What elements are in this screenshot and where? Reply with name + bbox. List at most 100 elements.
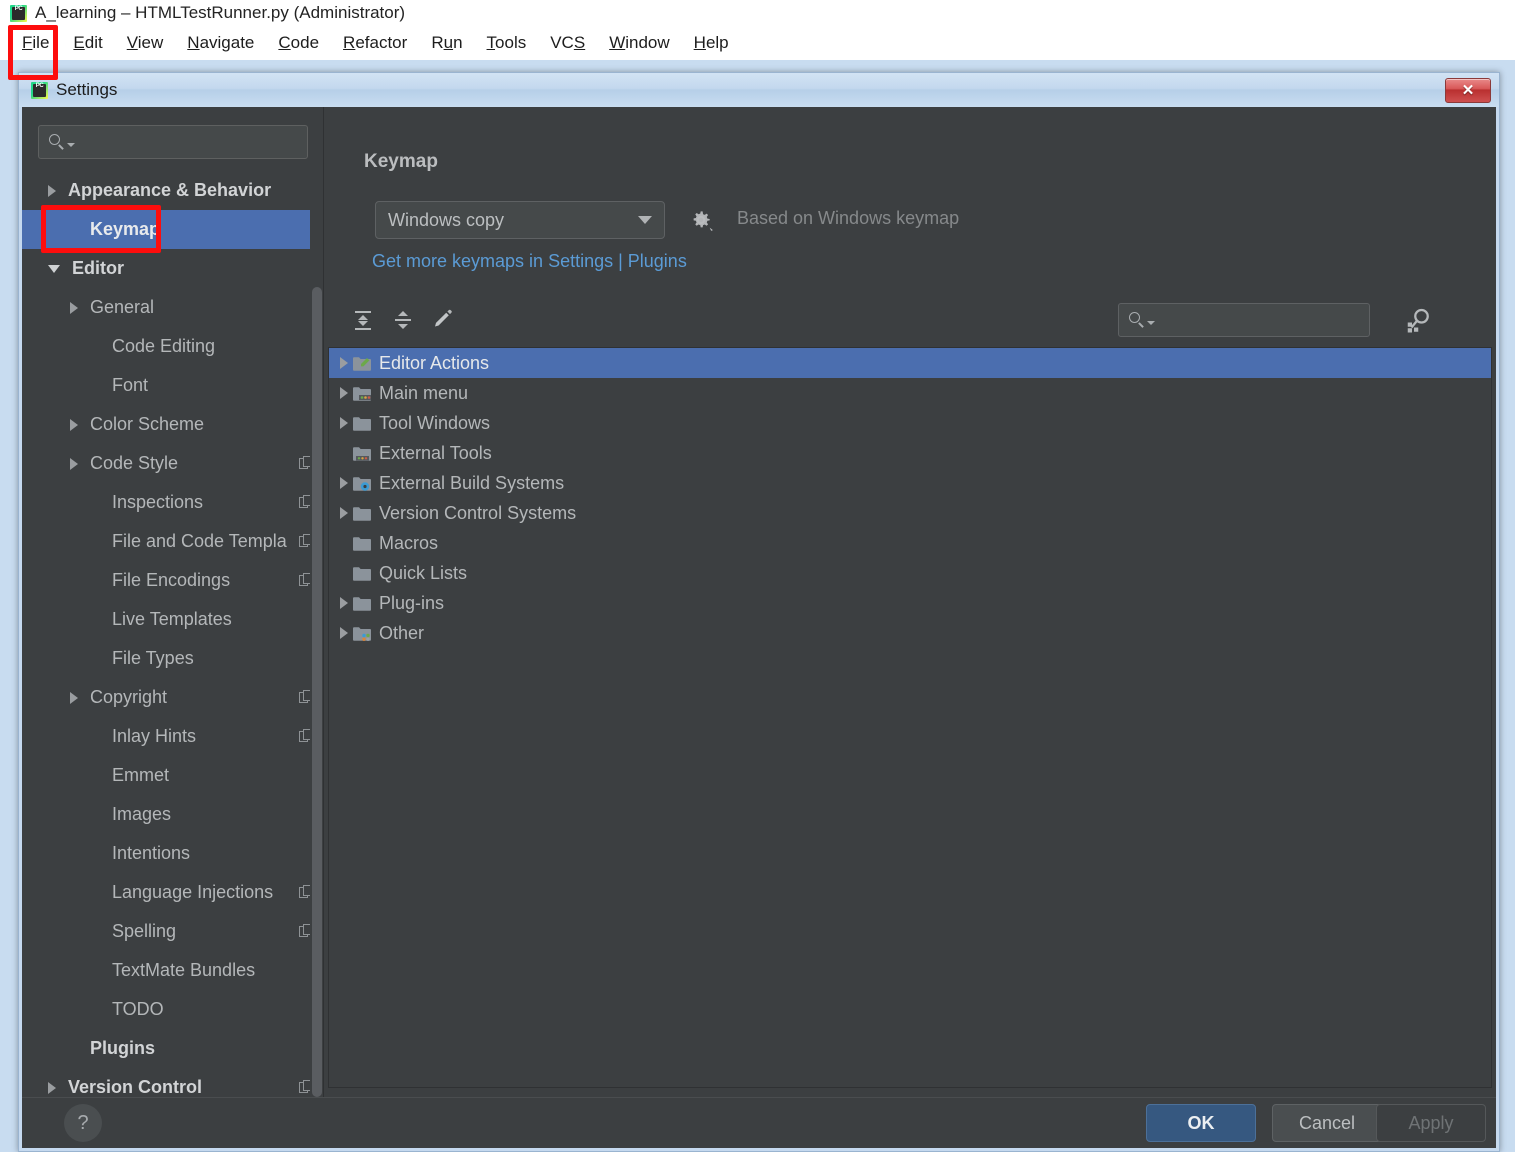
dialog-content: Appearance & Behavior Keymap Editor General… bbox=[22, 107, 1496, 1148]
collapse-all-icon[interactable] bbox=[386, 303, 420, 337]
menu-item-view[interactable]: View bbox=[115, 30, 176, 56]
menu-item-help[interactable]: Help bbox=[682, 30, 741, 56]
cancel-button[interactable]: Cancel bbox=[1272, 1104, 1382, 1142]
folder-icon bbox=[351, 505, 373, 522]
folder-icon bbox=[351, 565, 373, 582]
close-icon[interactable]: ✕ bbox=[1445, 78, 1491, 103]
keymap-tree-label: Editor Actions bbox=[379, 352, 490, 373]
sidebar-item-editor[interactable]: Editor bbox=[22, 249, 324, 288]
gear-icon[interactable] bbox=[688, 207, 714, 233]
keymap-tree-row[interactable]: Tool Windows bbox=[329, 408, 1491, 438]
sidebar-item-label: File Encodings bbox=[112, 570, 231, 590]
chevron-right-icon[interactable] bbox=[337, 627, 351, 639]
sidebar-item-color-scheme[interactable]: Color Scheme bbox=[22, 405, 324, 444]
sidebar-item-intentions[interactable]: Intentions bbox=[22, 834, 324, 873]
sidebar-search-input[interactable] bbox=[38, 125, 308, 159]
keymap-tree-row[interactable]: Editor Actions bbox=[329, 348, 1491, 378]
sidebar-item-inlay-hints[interactable]: Inlay Hints bbox=[22, 717, 324, 756]
sidebar-item-label: Font bbox=[112, 375, 149, 395]
chevron-right-icon[interactable] bbox=[48, 184, 56, 197]
chevron-right-icon[interactable] bbox=[70, 457, 78, 470]
chevron-right-icon[interactable] bbox=[337, 507, 351, 519]
chevron-right-icon[interactable] bbox=[337, 387, 351, 399]
sidebar-item-code-style[interactable]: Code Style bbox=[22, 444, 324, 483]
menu-item-tools[interactable]: Tools bbox=[475, 30, 539, 56]
sidebar-item-label: General bbox=[90, 297, 155, 317]
sidebar-item-file-types[interactable]: File Types bbox=[22, 639, 324, 678]
chevron-down-icon[interactable] bbox=[48, 264, 60, 273]
sidebar-item-todo[interactable]: TODO bbox=[22, 990, 324, 1029]
menu-item-refactor[interactable]: Refactor bbox=[331, 30, 419, 56]
find-by-shortcut-icon[interactable] bbox=[1404, 305, 1434, 335]
menu-item-window[interactable]: Window bbox=[597, 30, 681, 56]
keymap-tree-row[interactable]: Other bbox=[329, 618, 1491, 648]
keymap-tree-row[interactable]: Version Control Systems bbox=[329, 498, 1491, 528]
sidebar-item-language-injections[interactable]: Language Injections bbox=[22, 873, 324, 912]
sidebar-item-label: Intentions bbox=[112, 843, 191, 863]
menu-item-navigate[interactable]: Navigate bbox=[175, 30, 266, 56]
sidebar-item-copyright[interactable]: Copyright bbox=[22, 678, 324, 717]
chevron-right-icon[interactable] bbox=[337, 597, 351, 609]
get-more-keymaps-link[interactable]: Get more keymaps in Settings | Plugins bbox=[372, 251, 687, 272]
keymap-search-input[interactable] bbox=[1118, 303, 1370, 337]
sidebar-item-font[interactable]: Font bbox=[22, 366, 324, 405]
menu-item-file[interactable]: File bbox=[10, 30, 61, 56]
sidebar-item-emmet[interactable]: Emmet bbox=[22, 756, 324, 795]
sidebar-item-textmate-bundles[interactable]: TextMate Bundles bbox=[22, 951, 324, 990]
keymap-tree-row[interactable]: Main menu bbox=[329, 378, 1491, 408]
sidebar-item-file-encodings[interactable]: File Encodings bbox=[22, 561, 324, 600]
sidebar-item-plugins[interactable]: Plugins bbox=[22, 1029, 324, 1068]
page-title: Keymap bbox=[364, 151, 438, 172]
chevron-right-icon[interactable] bbox=[337, 417, 351, 429]
menu-item-code[interactable]: Code bbox=[266, 30, 331, 56]
keymap-tree-row[interactable]: External Build Systems bbox=[329, 468, 1491, 498]
menu-item-edit[interactable]: Edit bbox=[61, 30, 114, 56]
sidebar-item-version-control[interactable]: Version Control bbox=[22, 1068, 324, 1098]
sidebar-item-general[interactable]: General bbox=[22, 288, 324, 327]
sidebar-item-keymap[interactable]: Keymap bbox=[22, 210, 324, 249]
sidebar-item-label: Keymap bbox=[90, 219, 161, 239]
keymap-tree-label: Other bbox=[379, 622, 425, 643]
sidebar-item-label: File Types bbox=[112, 648, 194, 668]
sidebar-scrollbar[interactable] bbox=[310, 171, 324, 1098]
sidebar-item-label: Color Scheme bbox=[90, 414, 205, 434]
keymap-tree-row[interactable]: Plug-ins bbox=[329, 588, 1491, 618]
sidebar-item-label: Plugins bbox=[90, 1038, 156, 1058]
menu-item-run[interactable]: Run bbox=[419, 30, 474, 56]
sidebar-item-spelling[interactable]: Spelling bbox=[22, 912, 324, 951]
sidebar-item-inspections[interactable]: Inspections bbox=[22, 483, 324, 522]
sidebar-item-appearance-behavior[interactable]: Appearance & Behavior bbox=[22, 171, 324, 210]
chevron-right-icon[interactable] bbox=[70, 418, 78, 431]
folder-icon bbox=[351, 535, 373, 552]
sidebar-item-label: Code Style bbox=[90, 453, 179, 473]
ok-button[interactable]: OK bbox=[1146, 1104, 1256, 1142]
expand-all-icon[interactable] bbox=[346, 303, 380, 337]
sidebar-item-file-and-code-templa[interactable]: File and Code Templa bbox=[22, 522, 324, 561]
sidebar-item-label: Emmet bbox=[112, 765, 170, 785]
chevron-right-icon[interactable] bbox=[48, 1081, 56, 1094]
keymap-select[interactable]: Windows copy bbox=[375, 201, 665, 239]
chevron-right-icon[interactable] bbox=[337, 477, 351, 489]
sidebar-item-label: TODO bbox=[112, 999, 164, 1019]
menu-item-vcs[interactable]: VCS bbox=[538, 30, 597, 56]
sidebar-item-label: Appearance & Behavior bbox=[68, 180, 272, 200]
sidebar-item-images[interactable]: Images bbox=[22, 795, 324, 834]
sidebar-item-live-templates[interactable]: Live Templates bbox=[22, 600, 324, 639]
sidebar-scroll-thumb[interactable] bbox=[312, 287, 322, 1097]
chevron-right-icon[interactable] bbox=[70, 301, 78, 314]
sidebar-item-label: Copyright bbox=[90, 687, 168, 707]
chevron-right-icon[interactable] bbox=[70, 691, 78, 704]
edit-shortcut-icon[interactable] bbox=[426, 303, 460, 337]
keymap-tree-row[interactable]: Macros bbox=[329, 528, 1491, 558]
keymap-tree-row[interactable]: External Tools bbox=[329, 438, 1491, 468]
help-button[interactable]: ? bbox=[64, 1104, 102, 1142]
sidebar-item-code-editing[interactable]: Code Editing bbox=[22, 327, 324, 366]
keymap-tree-label: Tool Windows bbox=[379, 412, 491, 433]
chevron-right-icon[interactable] bbox=[337, 357, 351, 369]
keymap-tree-row[interactable]: Quick Lists bbox=[329, 558, 1491, 588]
